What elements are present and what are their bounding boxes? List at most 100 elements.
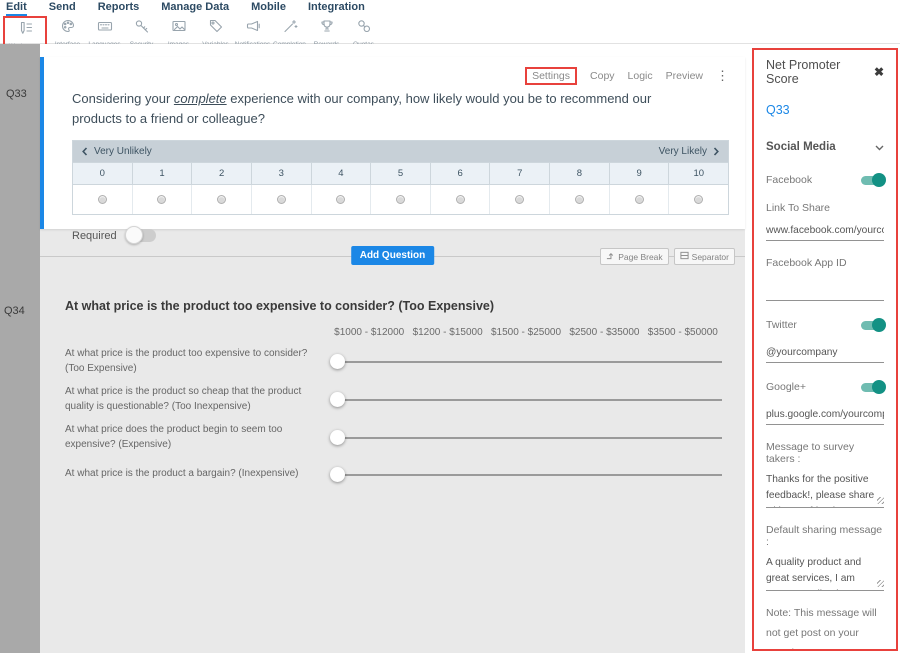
- canvas-panel-gap: [745, 44, 752, 653]
- nps-radio-row: [73, 184, 728, 214]
- slider-row-label: At what price is the product so cheap th…: [65, 385, 330, 414]
- nps-radio-2[interactable]: [192, 185, 252, 214]
- wand-icon: [282, 18, 298, 39]
- nps-scale-table: Very Unlikely Very Likely 0 1 2 3 4 5: [72, 140, 729, 215]
- toggle-knob: [872, 380, 886, 394]
- default-sharing-message-label: Default sharing message :: [766, 524, 884, 548]
- add-question-button[interactable]: Add Question: [351, 246, 435, 265]
- google-plus-label: Google+: [766, 381, 806, 393]
- settings-button[interactable]: Settings: [525, 67, 577, 85]
- message-to-survey-takers-label: Message to survey takers :: [766, 441, 884, 465]
- logic-button[interactable]: Logic: [628, 70, 653, 82]
- twitter-toggle[interactable]: [861, 321, 884, 330]
- nps-radio-9[interactable]: [610, 185, 670, 214]
- scale-right-anchor[interactable]: Very Likely: [659, 143, 719, 161]
- menu-item-manage-data[interactable]: Manage Data: [161, 1, 229, 14]
- nps-radio-6[interactable]: [431, 185, 491, 214]
- nps-radio-1[interactable]: [133, 185, 193, 214]
- keyboard-icon: [97, 18, 113, 39]
- separator-button[interactable]: Separator: [674, 248, 735, 265]
- facebook-app-id-input[interactable]: [766, 283, 884, 301]
- nps-radio-5[interactable]: [371, 185, 431, 214]
- nps-radio-8[interactable]: [550, 185, 610, 214]
- slider-handle[interactable]: [330, 467, 345, 482]
- menu-item-send[interactable]: Send: [49, 1, 76, 14]
- panel-title-row: Net Promoter Score ✖: [766, 58, 884, 86]
- question-id-q34: Q34: [4, 305, 25, 317]
- resize-grip-icon[interactable]: [877, 497, 884, 504]
- radio-icon: [515, 195, 524, 204]
- copy-button[interactable]: Copy: [590, 70, 615, 82]
- menu-item-mobile[interactable]: Mobile: [251, 1, 286, 14]
- price-column-label: $2500 - $35000: [565, 327, 643, 338]
- panel-question-ref[interactable]: Q33: [766, 103, 884, 117]
- menu-item-integration[interactable]: Integration: [308, 1, 365, 14]
- default-sharing-message-textarea[interactable]: A quality product and great services, I …: [766, 555, 884, 591]
- close-icon[interactable]: ✖: [874, 65, 884, 79]
- slider-track[interactable]: [336, 437, 722, 439]
- slider-track[interactable]: [336, 399, 722, 401]
- message-to-survey-takers-textarea[interactable]: Thanks for the positive feedback!, pleas…: [766, 472, 884, 508]
- page-break-icon: [606, 251, 615, 262]
- chain-icon: [356, 18, 372, 39]
- slider-handle[interactable]: [330, 354, 345, 369]
- nps-radio-3[interactable]: [252, 185, 312, 214]
- question-text-emphasis: complete: [174, 91, 227, 106]
- radio-icon: [157, 195, 166, 204]
- social-media-section-header[interactable]: Social Media: [766, 138, 884, 156]
- separator-icon: [680, 251, 689, 262]
- price-column-label: $1200 - $15000: [408, 327, 486, 338]
- insert-tools: Page Break Separator: [600, 248, 735, 265]
- question-text-q34[interactable]: At what price is the product too expensi…: [65, 299, 745, 313]
- slider-track[interactable]: [336, 474, 722, 476]
- nps-point-label: 8: [550, 163, 610, 184]
- price-slider: [330, 430, 722, 445]
- more-options-icon[interactable]: ⋮: [716, 71, 729, 81]
- slider-handle[interactable]: [330, 392, 345, 407]
- scale-left-anchor[interactable]: Very Unlikely: [82, 143, 152, 161]
- nps-radio-4[interactable]: [312, 185, 372, 214]
- price-slider: [330, 392, 722, 407]
- nps-scale-header: Very Unlikely Very Likely: [73, 141, 728, 162]
- image-icon: [171, 18, 187, 39]
- facebook-label: Facebook: [766, 174, 812, 186]
- edit-toolbar: Workspace Interface Languages Security I…: [0, 15, 900, 44]
- palette-icon: [60, 18, 76, 39]
- link-to-share-label: Link To Share: [766, 202, 884, 214]
- slider-track[interactable]: [336, 361, 722, 363]
- nps-radio-10[interactable]: [669, 185, 728, 214]
- nps-radio-7[interactable]: [490, 185, 550, 214]
- preview-button[interactable]: Preview: [666, 70, 703, 82]
- link-to-share-input[interactable]: [766, 223, 884, 241]
- radio-icon: [336, 195, 345, 204]
- chevron-right-icon: [713, 143, 719, 161]
- question-text-q33[interactable]: Considering your complete experience wit…: [72, 89, 691, 129]
- menu-item-edit[interactable]: Edit: [6, 1, 27, 16]
- toggle-knob: [872, 318, 886, 332]
- nps-point-label: 5: [371, 163, 431, 184]
- trophy-icon: [319, 18, 335, 39]
- facebook-toggle[interactable]: [861, 176, 884, 185]
- nps-point-label: 7: [490, 163, 550, 184]
- slider-row-label: At what price does the product begin to …: [65, 423, 330, 452]
- resize-grip-icon[interactable]: [877, 580, 884, 587]
- settings-panel: Net Promoter Score ✖ Q33 Social Media Fa…: [752, 48, 898, 651]
- nps-number-row: 0 1 2 3 4 5 6 7 8 9 10: [73, 162, 728, 184]
- nps-radio-0[interactable]: [73, 185, 133, 214]
- question-text-prefix: Considering your: [72, 91, 174, 106]
- slider-handle[interactable]: [330, 430, 345, 445]
- menu-item-reports[interactable]: Reports: [98, 1, 140, 14]
- tag-icon: [208, 18, 224, 39]
- radio-icon: [694, 195, 703, 204]
- twitter-handle-input[interactable]: [766, 345, 884, 363]
- google-plus-link-input[interactable]: [766, 407, 884, 425]
- toggle-knob: [125, 226, 143, 244]
- separator-label: Separator: [692, 252, 729, 262]
- slider-row-inexpensive: At what price is the product a bargain? …: [65, 461, 745, 487]
- page-break-button[interactable]: Page Break: [600, 248, 668, 265]
- slider-row-label: At what price is the product too expensi…: [65, 347, 330, 376]
- required-toggle[interactable]: [126, 229, 156, 242]
- google-plus-toggle[interactable]: [861, 383, 884, 392]
- facebook-toggle-row: Facebook: [766, 174, 884, 186]
- price-slider: [330, 354, 722, 369]
